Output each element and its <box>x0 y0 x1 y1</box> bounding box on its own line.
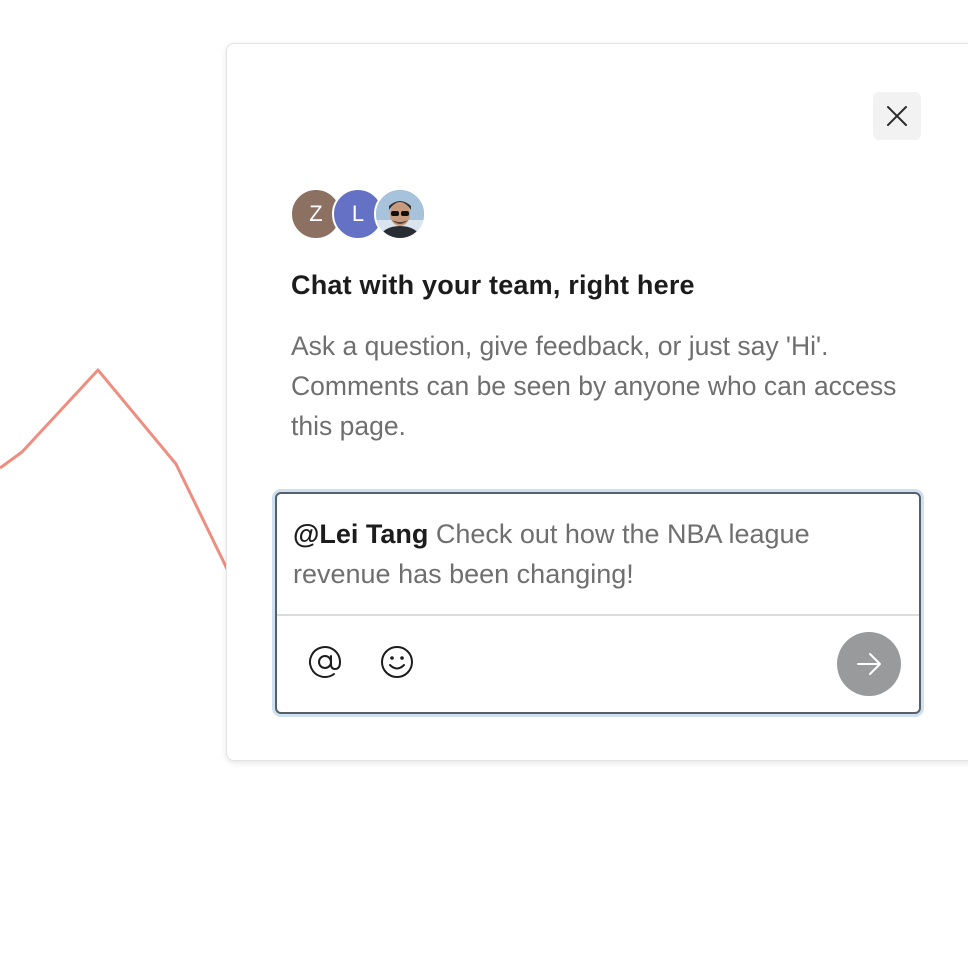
mention-button[interactable] <box>305 642 345 682</box>
avatar-photo <box>374 188 426 240</box>
close-button[interactable] <box>873 92 921 140</box>
at-sign-icon <box>309 646 342 678</box>
emoji-button[interactable] <box>377 642 417 682</box>
user-mention[interactable]: @Lei Tang <box>293 519 428 549</box>
composer-divider <box>277 614 919 616</box>
close-icon <box>887 106 907 126</box>
arrow-right-icon <box>857 653 881 675</box>
dialog-title: Chat with your team, right here <box>291 270 695 300</box>
avatar-initial: L <box>351 201 365 226</box>
comment-input[interactable]: @Lei Tang Check out how the NBA league r… <box>293 514 893 594</box>
avatar-initial: Z <box>309 201 323 226</box>
page: Z L Chat with your team, right here Ask … <box>0 0 968 956</box>
comment-dialog: Z L Chat with your team, right here Ask … <box>226 43 968 761</box>
comment-composer[interactable]: @Lei Tang Check out how the NBA league r… <box>275 492 921 714</box>
team-avatars: Z L <box>290 188 426 240</box>
dialog-description: Ask a question, give feedback, or just s… <box>291 331 897 441</box>
chart-series-line <box>0 368 232 576</box>
user-photo-icon <box>376 190 424 238</box>
smiley-icon <box>381 646 413 678</box>
send-button[interactable] <box>837 632 901 696</box>
